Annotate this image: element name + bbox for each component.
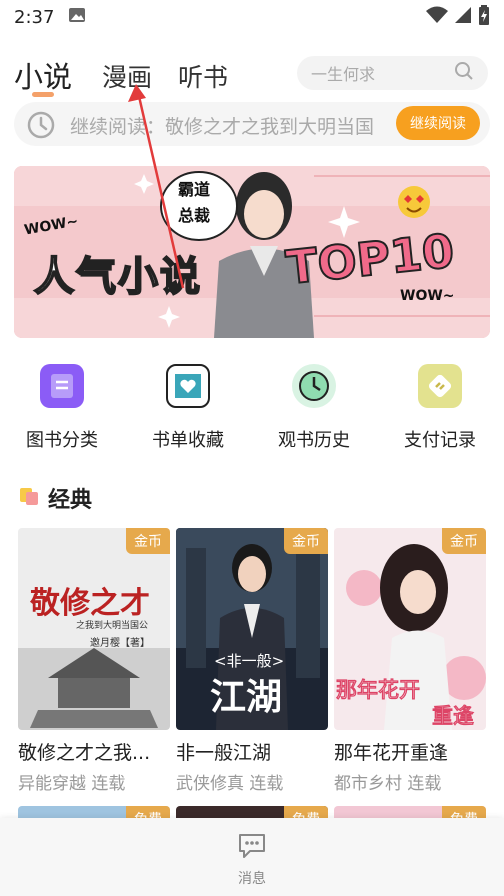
tab-comic[interactable]: 漫画 xyxy=(102,58,152,94)
banner-wow-right: WOW~ xyxy=(400,288,455,304)
banner-bubble-line1: 霸道 xyxy=(178,180,211,199)
nav-messages[interactable]: 消息 xyxy=(222,832,282,888)
book-card[interactable]: 那年花开 重逢 金币 那年花开重逢 都市乡村 连载 xyxy=(334,528,486,794)
quick-link-label: 图书分类 xyxy=(26,430,98,451)
quick-link-label: 支付记录 xyxy=(404,430,476,451)
promo-banner[interactable]: 霸道 总裁 WOW~ 人气小说 TOP10 WOW~ xyxy=(14,166,490,338)
book-title: 非一般江湖 xyxy=(176,742,272,764)
coin-badge: 金币 xyxy=(442,528,486,554)
quick-link-collection[interactable]: 书单收藏 xyxy=(133,364,243,452)
banner-main-text: 人气小说 xyxy=(33,253,202,301)
active-tab-indicator xyxy=(32,92,54,97)
battery-icon xyxy=(478,5,490,29)
history-clock-icon xyxy=(292,364,336,408)
quick-link-history[interactable]: 观书历史 xyxy=(259,364,369,452)
bottom-nav: 消息 xyxy=(0,818,504,896)
book-card[interactable]: 敬修之才 之我到大明当国公 邀月樱【著】 金币 敬修之才之我... 异能穿越 连… xyxy=(18,528,170,794)
wifi-icon xyxy=(426,6,448,28)
quick-link-label: 观书历史 xyxy=(278,430,350,451)
continue-reading-text: 继续阅读：敬修之才之我到大明当国公 xyxy=(70,116,375,138)
cover-subtitle: 之我到大明当国公 xyxy=(76,621,149,631)
book-cover: 那年花开 重逢 金币 xyxy=(334,528,486,730)
cover-title: 江湖 xyxy=(210,677,283,718)
coin-badge: 金币 xyxy=(284,528,328,554)
quick-link-category[interactable]: 图书分类 xyxy=(7,364,117,452)
quick-link-label: 书单收藏 xyxy=(152,430,224,451)
section-icon xyxy=(18,485,40,511)
book-meta: 异能穿越 连载 xyxy=(18,774,126,794)
quick-links: 图书分类 书单收藏 观书历史 支付记录 xyxy=(0,364,504,454)
tab-audiobook[interactable]: 听书 xyxy=(178,58,228,94)
banner-bubble-line2: 总裁 xyxy=(178,206,211,225)
tab-novel[interactable]: 小说 xyxy=(14,54,72,96)
book-title: 那年花开重逢 xyxy=(334,742,449,764)
payment-record-icon xyxy=(418,364,462,408)
heart-collection-icon xyxy=(166,364,210,408)
cover-subtitle: 重逢 xyxy=(432,704,475,729)
nav-messages-label: 消息 xyxy=(238,871,266,887)
section-title: 经典 xyxy=(48,488,93,513)
book-category-icon xyxy=(40,364,84,408)
book-meta: 武侠修真 连载 xyxy=(176,774,284,794)
status-time: 2:37 xyxy=(14,6,55,28)
section-header: 经典 xyxy=(18,482,92,514)
cover-author: 邀月樱【著】 xyxy=(90,638,150,649)
status-bar: 2:37 xyxy=(0,0,504,34)
book-card[interactable]: <非一般> 江湖 金币 非一般江湖 武侠修真 连载 xyxy=(176,528,328,794)
quick-link-payment[interactable]: 支付记录 xyxy=(385,364,495,452)
book-title: 敬修之才之我... xyxy=(18,742,151,764)
book-meta: 都市乡村 连载 xyxy=(334,774,442,794)
continue-reading-button[interactable]: 继续阅读 xyxy=(396,106,480,140)
cover-title: 那年花开 xyxy=(336,678,421,703)
search-input[interactable]: 一生何求 xyxy=(297,56,488,90)
book-cover: <非一般> 江湖 金币 xyxy=(176,528,328,730)
gallery-notification-icon xyxy=(68,7,86,27)
message-icon xyxy=(237,834,267,864)
search-icon xyxy=(454,61,474,85)
clock-icon xyxy=(26,110,56,144)
signal-icon xyxy=(454,6,472,28)
search-placeholder: 一生何求 xyxy=(311,65,376,84)
coin-badge: 金币 xyxy=(126,528,170,554)
cover-title: 敬修之才 xyxy=(30,586,150,621)
book-cover: 敬修之才 之我到大明当国公 邀月樱【著】 金币 xyxy=(18,528,170,730)
